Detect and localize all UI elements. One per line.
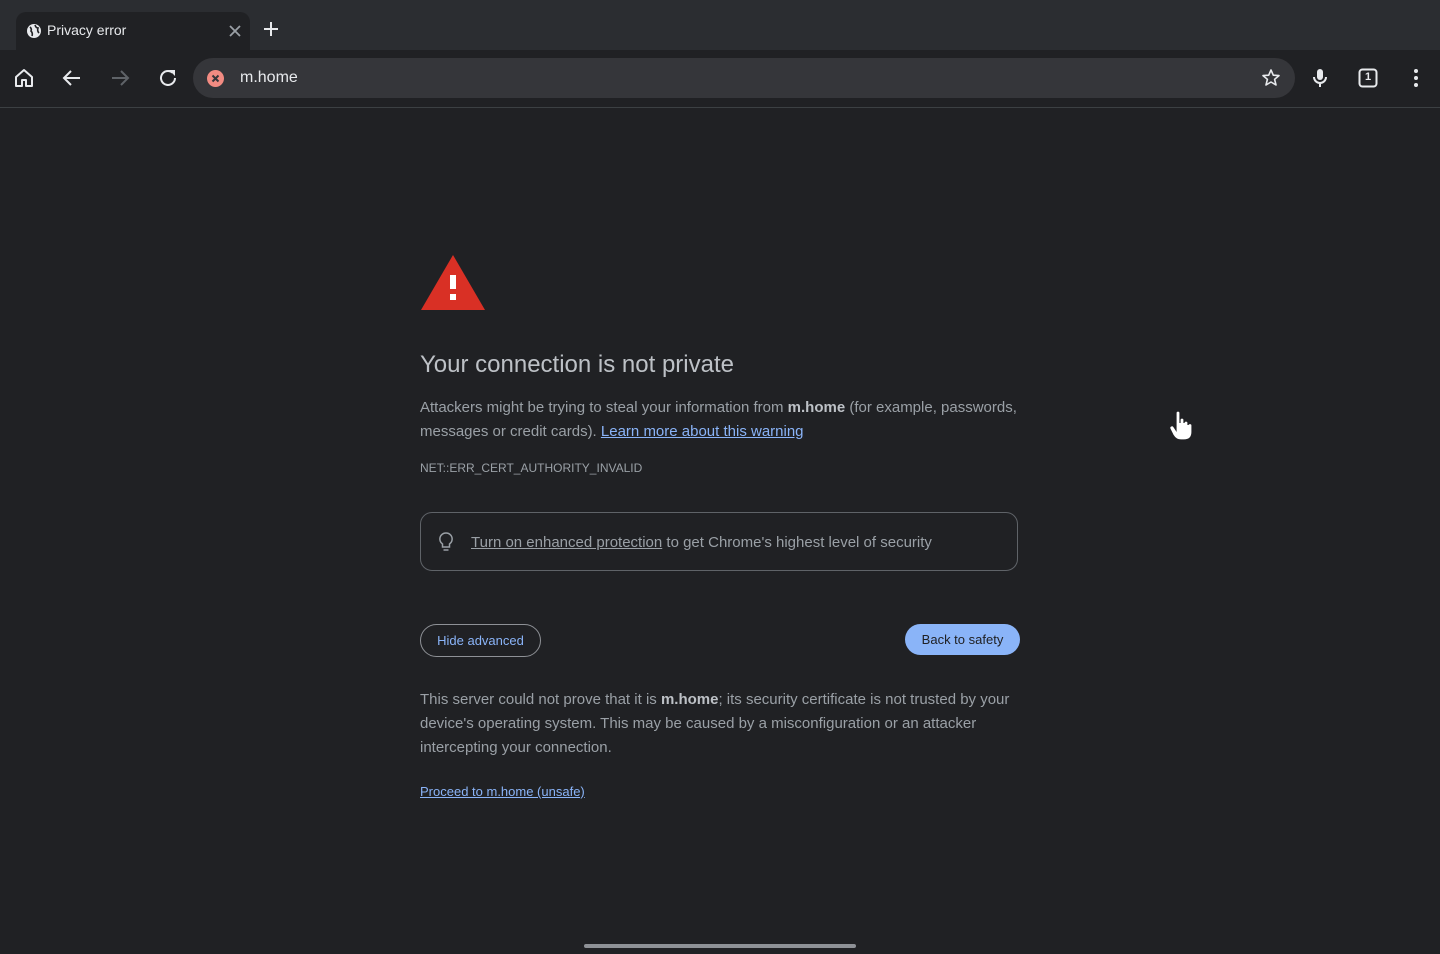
promo-text: Turn on enhanced protection to get Chrom… — [471, 534, 932, 551]
address-bar[interactable]: m.home — [193, 58, 1295, 98]
enhanced-protection-link[interactable]: Turn on enhanced protection — [471, 534, 662, 551]
hand-cursor-icon — [1169, 410, 1193, 441]
desc-text-1: Attackers might be trying to steal your … — [420, 399, 788, 416]
gesture-home-bar[interactable] — [584, 944, 856, 948]
microphone-icon[interactable] — [1308, 66, 1332, 90]
desc-host: m.home — [787, 399, 846, 416]
not-secure-icon[interactable] — [207, 70, 224, 87]
enhanced-protection-promo: Turn on enhanced protection to get Chrom… — [420, 512, 1018, 571]
proceed-unsafe-link[interactable]: Proceed to m.home (unsafe) — [420, 784, 585, 799]
lightbulb-icon — [439, 532, 453, 551]
globe-icon — [27, 24, 41, 38]
new-tab-icon[interactable] — [261, 19, 281, 39]
tab-title: Privacy error — [47, 22, 127, 38]
hide-advanced-button[interactable]: Hide advanced — [420, 624, 541, 657]
warning-description: Attackers might be trying to steal your … — [420, 396, 1030, 444]
details-host: m.home — [660, 691, 719, 708]
page-title: Your connection is not private — [420, 351, 734, 378]
tab-switcher-button[interactable]: 1 — [1356, 66, 1380, 90]
toolbar: m.home 1 — [0, 50, 1440, 108]
close-icon[interactable] — [225, 21, 245, 41]
more-menu-icon[interactable] — [1404, 66, 1428, 90]
forward-arrow-icon[interactable] — [108, 66, 132, 90]
back-to-safety-button[interactable]: Back to safety — [905, 624, 1020, 655]
advanced-details: This server could not prove that it is m… — [420, 688, 1030, 760]
bookmark-star-icon[interactable] — [1261, 68, 1281, 88]
reload-icon[interactable] — [156, 66, 180, 90]
details-text-1: This server could not prove that it is — [420, 691, 661, 708]
url-text[interactable]: m.home — [240, 69, 298, 87]
promo-rest-text: to get Chrome's highest level of securit… — [662, 534, 932, 551]
back-arrow-icon[interactable] — [60, 66, 84, 90]
tab-count: 1 — [1364, 71, 1372, 83]
home-icon[interactable] — [12, 66, 36, 90]
tab-strip: Privacy error — [0, 0, 1440, 50]
warning-triangle-icon — [421, 255, 485, 310]
learn-more-link[interactable]: Learn more about this warning — [601, 423, 804, 440]
error-code[interactable]: NET::ERR_CERT_AUTHORITY_INVALID — [420, 461, 642, 475]
tab-privacy-error[interactable]: Privacy error — [16, 12, 250, 50]
